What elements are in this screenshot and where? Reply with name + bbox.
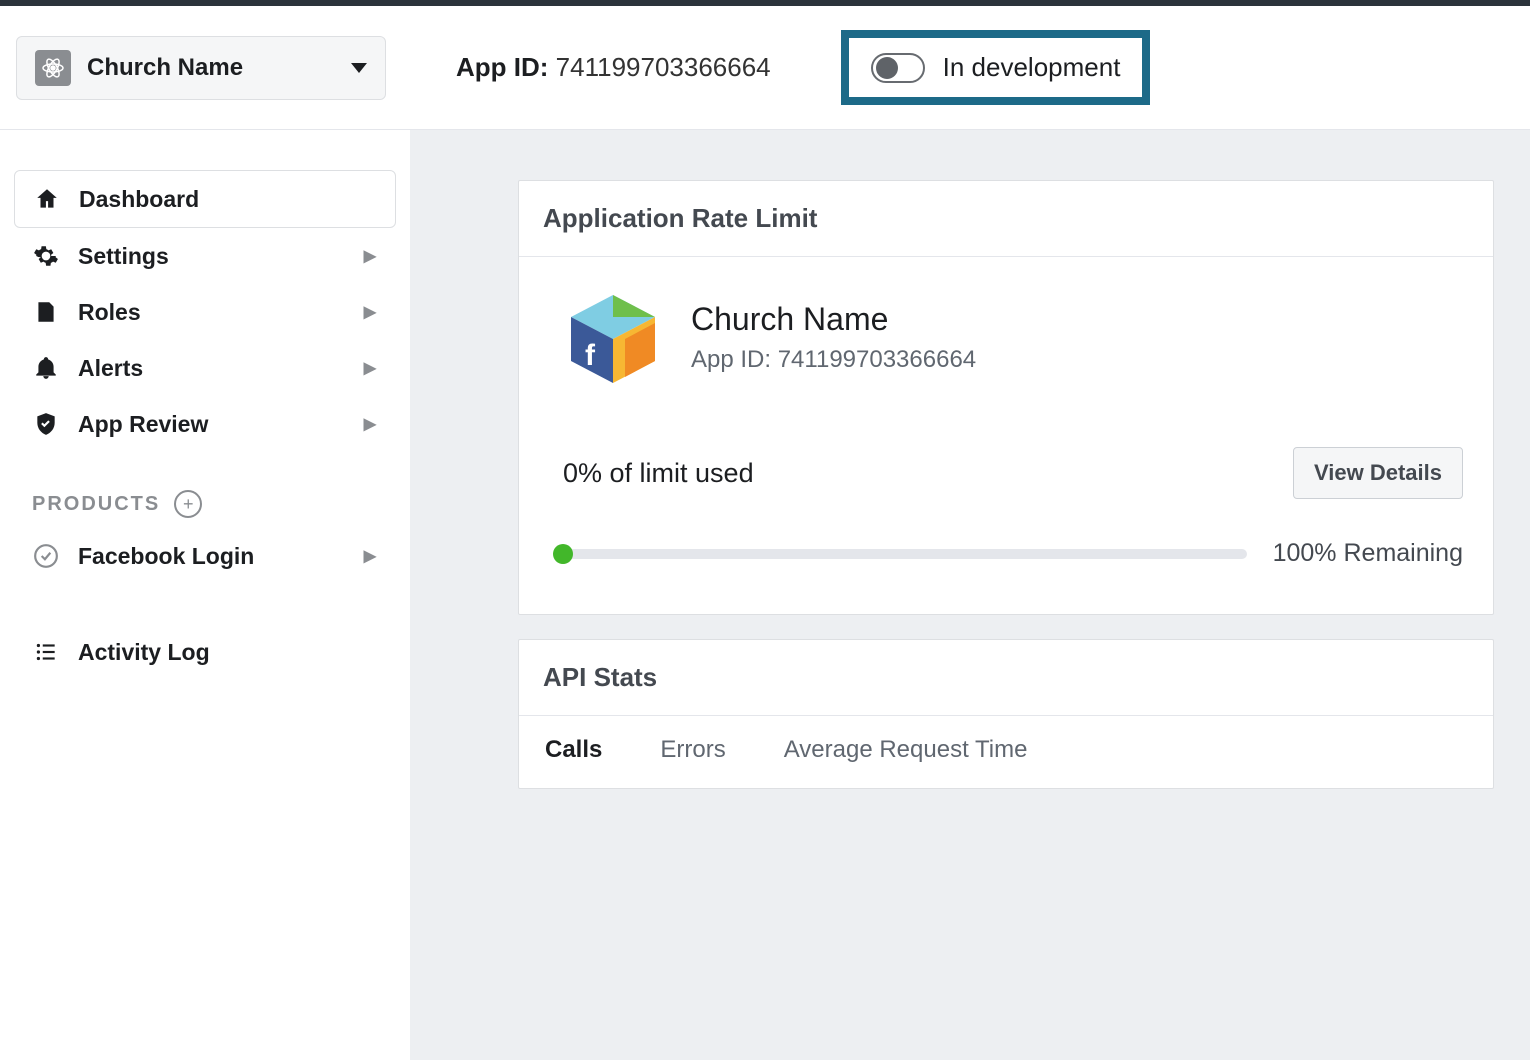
api-stats-card: API Stats Calls Errors Average Request T… (518, 639, 1494, 789)
sidebar-item-label: Dashboard (79, 186, 199, 213)
app-id-value: 741199703366664 (556, 52, 771, 82)
check-circle-icon (32, 542, 60, 570)
sidebar-item-facebook-login[interactable]: Facebook Login ▶ (14, 528, 396, 584)
main-content: Application Rate Limit f Church Name App… (410, 130, 1530, 1060)
sidebar-item-label: App Review (78, 411, 208, 438)
sidebar-item-label: Activity Log (78, 639, 210, 666)
view-details-button[interactable]: View Details (1293, 447, 1463, 499)
dev-mode-toggle[interactable] (871, 53, 925, 83)
sidebar-item-label: Facebook Login (78, 543, 254, 570)
progress-indicator (553, 544, 573, 564)
sidebar-item-activity-log[interactable]: Activity Log (14, 624, 396, 680)
bell-icon (32, 354, 60, 382)
app-cube-icon: f (563, 287, 663, 387)
app-id-label: App ID: (456, 52, 548, 82)
chevron-right-icon: ▶ (364, 358, 376, 378)
sidebar-item-settings[interactable]: Settings ▶ (14, 228, 396, 284)
chevron-right-icon: ▶ (364, 302, 376, 322)
add-product-button[interactable]: + (174, 490, 202, 518)
chevron-right-icon: ▶ (364, 246, 376, 266)
chevron-right-icon: ▶ (364, 414, 376, 434)
tab-calls[interactable]: Calls (545, 716, 602, 788)
roles-icon (32, 298, 60, 326)
rate-limit-progress (563, 549, 1247, 559)
sidebar-item-label: Roles (78, 299, 141, 326)
chevron-right-icon: ▶ (364, 546, 376, 566)
app-selector-name: Church Name (87, 54, 243, 82)
rate-limit-card: Application Rate Limit f Church Name App… (518, 180, 1494, 615)
api-stats-title: API Stats (519, 640, 1493, 716)
sidebar-item-label: Alerts (78, 355, 143, 382)
atom-icon (35, 50, 71, 86)
app-selector[interactable]: Church Name (16, 36, 386, 100)
sidebar-item-dashboard[interactable]: Dashboard (14, 170, 396, 228)
sidebar-item-alerts[interactable]: Alerts ▶ (14, 340, 396, 396)
limit-used-text: 0% of limit used (563, 458, 754, 489)
svg-text:f: f (585, 339, 596, 372)
sidebar-item-roles[interactable]: Roles ▶ (14, 284, 396, 340)
app-id-display: App ID: 741199703366664 (456, 52, 771, 83)
remaining-text: 100% Remaining (1273, 539, 1463, 568)
app-id-line: App ID: 741199703366664 (691, 346, 976, 374)
sidebar-item-label: Settings (78, 243, 169, 270)
gear-icon (32, 242, 60, 270)
rate-limit-title: Application Rate Limit (519, 181, 1493, 257)
list-icon (32, 638, 60, 666)
tab-errors[interactable]: Errors (660, 716, 725, 788)
dev-status-box: In development (841, 30, 1151, 105)
chevron-down-icon (351, 63, 367, 73)
dev-status-label: In development (943, 52, 1121, 83)
sidebar: Dashboard Settings ▶ Roles ▶ Alerts ▶ (0, 130, 410, 1060)
shield-icon (32, 410, 60, 438)
products-section-label: PRODUCTS (32, 493, 160, 516)
app-name: Church Name (691, 301, 976, 338)
tab-avg-request-time[interactable]: Average Request Time (784, 716, 1028, 788)
home-icon (33, 185, 61, 213)
sidebar-item-app-review[interactable]: App Review ▶ (14, 396, 396, 452)
